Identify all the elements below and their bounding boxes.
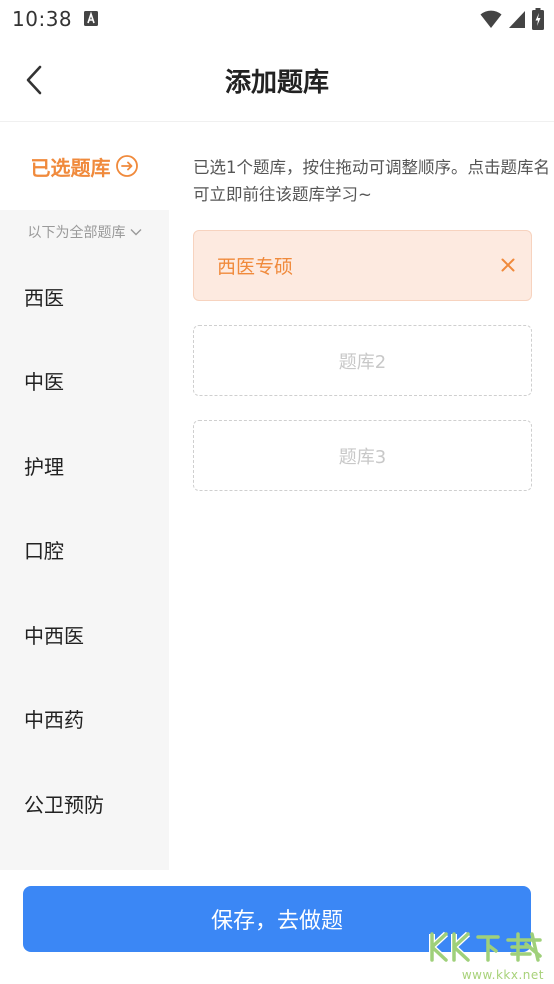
sidebar-item-category[interactable]: 护理 xyxy=(0,423,169,508)
wifi-icon xyxy=(480,10,502,28)
sidebar-item-category[interactable]: 西医 xyxy=(0,254,169,339)
status-bar: 10:38 xyxy=(0,0,554,38)
instructions-text: 已选1个题库，按住拖动可调整顺序。点击题库名可立即前往该题库学习~ xyxy=(193,158,550,204)
all-banks-hint: 以下为全部题库 xyxy=(0,222,169,242)
signal-icon xyxy=(509,11,525,28)
page-title: 添加题库 xyxy=(224,68,329,98)
selected-bank-slot[interactable]: 西医专硕 xyxy=(193,230,532,301)
sidebar-item-category[interactable]: 中西药 xyxy=(0,677,169,762)
kkx-logo-icon xyxy=(429,931,542,963)
header: 添加题库 xyxy=(0,38,554,122)
watermark: www.kkx.net xyxy=(420,928,550,984)
sidebar: 已选题库 以下为全部题库 西医 中医 护理 口腔 中西医 中西药 公卫预防 xyxy=(0,122,169,870)
remove-bank-button[interactable] xyxy=(497,254,519,276)
status-icons xyxy=(480,8,544,30)
arrow-right-circle-icon xyxy=(115,155,138,177)
watermark-url: www.kkx.net xyxy=(461,968,544,982)
close-icon xyxy=(501,258,515,272)
sidebar-item-selected-banks[interactable]: 已选题库 xyxy=(0,122,169,210)
main-panel: 已选1个题库，按住拖动可调整顺序。点击题库名可立即前往该题库学习~ 西医专硕 题… xyxy=(169,122,554,870)
sidebar-item-category[interactable]: 口腔 xyxy=(0,508,169,593)
battery-icon xyxy=(532,8,544,30)
sidebar-selected-label: 已选题库 xyxy=(30,155,111,180)
sidebar-item-category[interactable]: 中西医 xyxy=(0,592,169,677)
all-banks-hint-label: 以下为全部题库 xyxy=(27,225,126,241)
sidebar-item-category[interactable]: 中医 xyxy=(0,339,169,424)
category-list: 西医 中医 护理 口腔 中西医 中西药 公卫预防 xyxy=(0,254,169,846)
empty-bank-slot[interactable]: 题库2 xyxy=(193,325,532,396)
app-notification-icon xyxy=(84,11,98,26)
selected-bank-name[interactable]: 西医专硕 xyxy=(217,252,293,279)
status-time: 10:38 xyxy=(12,7,73,31)
chevron-down-icon xyxy=(130,229,141,236)
sidebar-item-category[interactable]: 公卫预防 xyxy=(0,761,169,846)
empty-bank-slot[interactable]: 题库3 xyxy=(193,420,532,491)
